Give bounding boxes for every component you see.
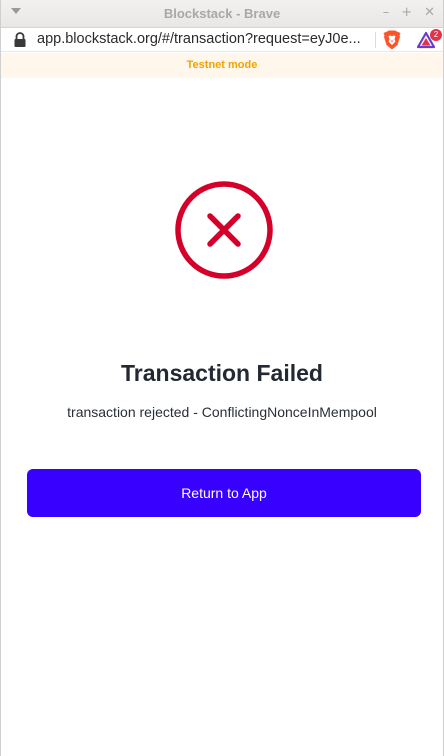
- testnet-banner: Testnet mode: [1, 53, 443, 78]
- lock-icon[interactable]: [13, 32, 27, 48]
- transaction-result-panel: Transaction Failed transaction rejected …: [1, 78, 443, 756]
- result-title: Transaction Failed: [121, 360, 323, 386]
- address-bar: app.blockstack.org/#/transaction?request…: [1, 28, 443, 52]
- return-to-app-button[interactable]: Return to App: [27, 469, 421, 517]
- toolbar-separator: [375, 32, 376, 48]
- minimize-button[interactable]: –: [383, 5, 390, 21]
- close-window-button[interactable]: ✕: [424, 5, 435, 21]
- error-x-circle-icon: [175, 181, 273, 279]
- browser-window: Blockstack - Brave – + ✕ app.blockstack.…: [0, 0, 444, 756]
- title-bar: Blockstack - Brave – + ✕: [1, 0, 443, 28]
- brave-shields-icon[interactable]: [383, 30, 401, 50]
- maximize-button[interactable]: +: [401, 5, 412, 21]
- url-field[interactable]: app.blockstack.org/#/transaction?request…: [37, 31, 361, 47]
- rewards-badge: 2: [430, 29, 442, 41]
- window-controls: – + ✕: [383, 5, 435, 21]
- error-message: transaction rejected - ConflictingNonceI…: [67, 404, 377, 420]
- window-title: Blockstack - Brave: [163, 6, 281, 21]
